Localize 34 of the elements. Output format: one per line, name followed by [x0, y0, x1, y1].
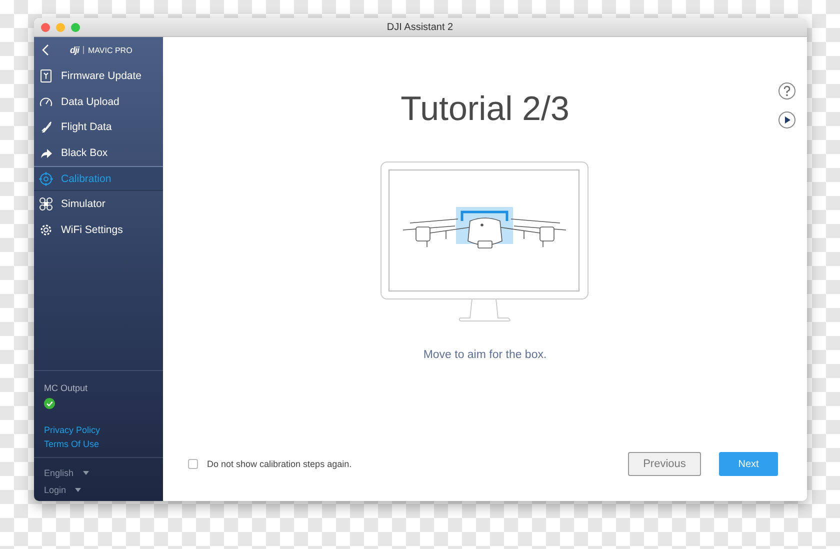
help-icon[interactable]	[778, 82, 796, 100]
chip-icon	[39, 68, 53, 83]
sidebar-item[interactable]: Flight Data	[34, 114, 163, 140]
sidebar-item[interactable]: WiFi Settings	[34, 217, 163, 243]
caret-icon	[82, 471, 89, 475]
sidebar-item[interactable]: Firmware Update	[34, 63, 163, 89]
play-icon[interactable]	[778, 111, 796, 129]
caret-icon	[75, 488, 82, 492]
sidebar-item[interactable]: Black Box	[34, 140, 163, 166]
gear-icon	[39, 222, 53, 237]
product-name: MAVIC PRO	[88, 46, 132, 54]
checkbox-label: Do not show calibration steps again.	[207, 459, 353, 469]
dropdown-menu[interactable]: English	[44, 468, 89, 478]
next-button[interactable]: Next	[719, 452, 778, 476]
minimize-button[interactable]	[56, 22, 65, 32]
status-label: MC Output	[44, 383, 89, 393]
zoom-button[interactable]	[71, 22, 80, 32]
sidebar-item[interactable]: Data Upload	[34, 88, 163, 114]
footer-link[interactable]: Terms Of Use	[44, 439, 100, 449]
target-icon	[39, 172, 53, 186]
instruction-text: Move to aim for the box.	[423, 349, 547, 361]
sidebar-item[interactable]: Calibration	[34, 166, 163, 192]
brand-logo: dji	[70, 45, 79, 55]
tutorial-title: Tutorial 2/3	[400, 89, 570, 129]
checkbox[interactable]	[188, 459, 198, 469]
drone-icon	[39, 197, 53, 212]
previous-button[interactable]: Previous	[628, 452, 701, 476]
footer-link[interactable]: Privacy Policy	[44, 425, 100, 435]
sidebar-item[interactable]: Simulator	[34, 191, 163, 218]
gauge-icon	[39, 94, 53, 109]
window-title: DJI Assistant 2	[386, 22, 454, 32]
back-icon[interactable]	[42, 44, 50, 56]
close-button[interactable]	[41, 22, 50, 32]
dropdown-menu[interactable]: Login	[44, 485, 82, 495]
